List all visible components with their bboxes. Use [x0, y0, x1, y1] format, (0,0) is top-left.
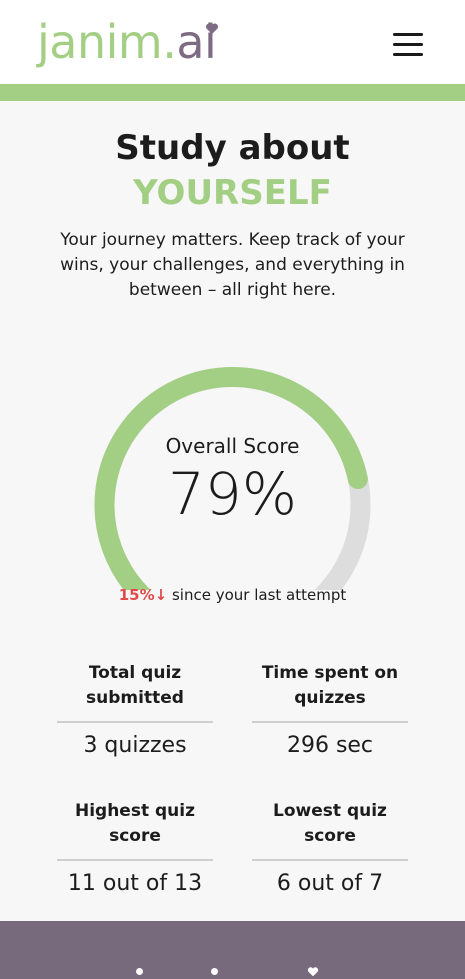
stat-label: Lowest quiz score: [273, 801, 387, 846]
stat-label: Time spent on quizzes: [261, 663, 399, 708]
gauge-label: Overall Score: [165, 434, 300, 458]
arrow-down-icon: ↓: [154, 586, 168, 604]
stat-total-quiz: Total quiz submitted 3 quizzes: [57, 661, 213, 758]
page-title-highlight: YOURSELF: [133, 173, 332, 213]
stat-label: Highest quiz score: [74, 801, 195, 846]
divider: [57, 859, 213, 861]
stat-value: 6 out of 7: [276, 871, 384, 896]
stat-lowest-score: Lowest quiz score 6 out of 7: [252, 799, 408, 896]
logo-dot: .: [162, 15, 177, 69]
page-title: Study about: [115, 128, 350, 168]
footer-dot: [211, 968, 218, 975]
divider: [252, 859, 408, 861]
intro-text: Your journey matters. Keep track of your…: [60, 230, 405, 300]
stat-highest-score: Highest quiz score 11 out of 13: [57, 799, 213, 896]
logo-text-main: janim: [37, 15, 163, 69]
score-delta: 15%↓ since your last attempt: [0, 586, 465, 604]
header-accent-bar: [0, 84, 465, 101]
footer: [0, 921, 465, 979]
heart-icon: [307, 967, 319, 977]
footer-dot: [136, 968, 143, 975]
stat-label: Total quiz submitted: [86, 663, 184, 708]
heart-icon: [206, 23, 219, 34]
stat-value: 3 quizzes: [83, 733, 187, 758]
stat-value: 296 sec: [286, 733, 374, 758]
logo[interactable]: janim.ai: [37, 14, 219, 70]
hamburger-menu-icon[interactable]: [393, 33, 423, 59]
delta-text: since your last attempt: [167, 586, 347, 604]
stat-value: 11 out of 13: [67, 871, 203, 896]
header: janim.ai: [0, 0, 465, 84]
stat-time-spent: Time spent on quizzes 296 sec: [252, 661, 408, 758]
gauge-value: 79%: [168, 460, 297, 528]
divider: [252, 721, 408, 723]
divider: [57, 721, 213, 723]
delta-percent: 15%: [118, 586, 155, 604]
